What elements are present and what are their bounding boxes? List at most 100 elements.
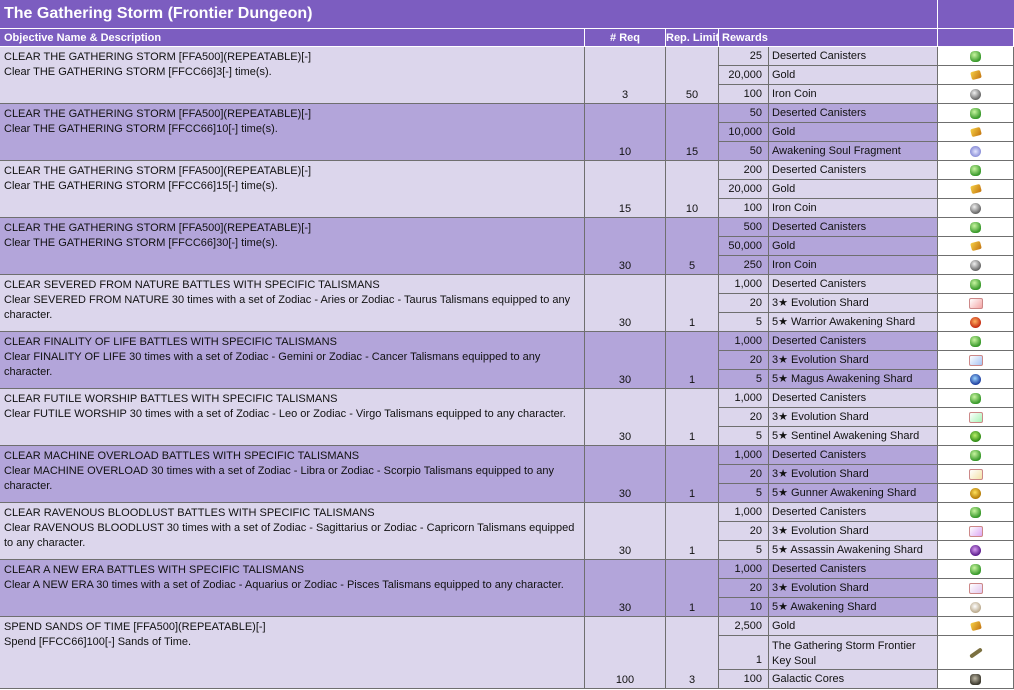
reward-qty-cell[interactable]: 1,000	[719, 560, 769, 579]
req-cell[interactable]: 30	[585, 446, 666, 503]
reward-name-cell[interactable]: 5★ Assassin Awakening Shard	[769, 541, 938, 560]
reward-qty-cell[interactable]: 1,000	[719, 389, 769, 408]
rep-limit-cell[interactable]: 1	[666, 560, 719, 617]
header-icon[interactable]	[938, 28, 1014, 46]
reward-icon-cell[interactable]	[938, 560, 1014, 579]
objective-cell[interactable]: CLEAR THE GATHERING STORM [FFA500](REPEA…	[0, 218, 585, 275]
objective-cell[interactable]: CLEAR THE GATHERING STORM [FFA500](REPEA…	[0, 104, 585, 161]
reward-qty-cell[interactable]: 20	[719, 351, 769, 370]
reward-qty-cell[interactable]: 20	[719, 522, 769, 541]
reward-qty-cell[interactable]: 5	[719, 484, 769, 503]
reward-name-cell[interactable]: 5★ Magus Awakening Shard	[769, 370, 938, 389]
reward-icon-cell[interactable]	[938, 275, 1014, 294]
reward-icon-cell[interactable]	[938, 332, 1014, 351]
header-objective[interactable]: Objective Name & Description	[0, 28, 585, 46]
reward-name-cell[interactable]: Awakening Soul Fragment	[769, 142, 938, 161]
reward-icon-cell[interactable]	[938, 617, 1014, 636]
reward-icon-cell[interactable]	[938, 636, 1014, 670]
reward-qty-cell[interactable]: 10	[719, 598, 769, 617]
reward-qty-cell[interactable]: 2,500	[719, 617, 769, 636]
rep-limit-cell[interactable]: 10	[666, 161, 719, 218]
rep-limit-cell[interactable]: 1	[666, 503, 719, 560]
reward-qty-cell[interactable]: 5	[719, 370, 769, 389]
reward-icon-cell[interactable]	[938, 541, 1014, 560]
reward-icon-cell[interactable]	[938, 142, 1014, 161]
reward-qty-cell[interactable]: 10,000	[719, 123, 769, 142]
req-cell[interactable]: 100	[585, 617, 666, 689]
objective-cell[interactable]: CLEAR A NEW ERA BATTLES WITH SPECIFIC TA…	[0, 560, 585, 617]
reward-qty-cell[interactable]: 50	[719, 142, 769, 161]
header-rep-limit[interactable]: Rep. Limit	[666, 28, 719, 46]
rep-limit-cell[interactable]: 15	[666, 104, 719, 161]
objective-cell[interactable]: CLEAR THE GATHERING STORM [FFA500](REPEA…	[0, 47, 585, 104]
req-cell[interactable]: 30	[585, 503, 666, 560]
reward-name-cell[interactable]: Gold	[769, 66, 938, 85]
header-rewards[interactable]: Rewards	[719, 28, 938, 46]
req-cell[interactable]: 30	[585, 389, 666, 446]
req-cell[interactable]: 30	[585, 560, 666, 617]
reward-qty-cell[interactable]: 100	[719, 85, 769, 104]
reward-qty-cell[interactable]: 20	[719, 579, 769, 598]
title-side-cell[interactable]	[938, 0, 1014, 28]
reward-icon-cell[interactable]	[938, 237, 1014, 256]
reward-name-cell[interactable]: Deserted Canisters	[769, 389, 938, 408]
reward-name-cell[interactable]: Iron Coin	[769, 256, 938, 275]
reward-icon-cell[interactable]	[938, 104, 1014, 123]
reward-name-cell[interactable]: Iron Coin	[769, 199, 938, 218]
reward-icon-cell[interactable]	[938, 446, 1014, 465]
reward-icon-cell[interactable]	[938, 579, 1014, 598]
reward-icon-cell[interactable]	[938, 199, 1014, 218]
reward-qty-cell[interactable]: 200	[719, 161, 769, 180]
reward-qty-cell[interactable]: 20	[719, 294, 769, 313]
reward-name-cell[interactable]: 5★ Sentinel Awakening Shard	[769, 427, 938, 446]
reward-qty-cell[interactable]: 1,000	[719, 275, 769, 294]
reward-icon-cell[interactable]	[938, 427, 1014, 446]
reward-name-cell[interactable]: 5★ Warrior Awakening Shard	[769, 313, 938, 332]
reward-qty-cell[interactable]: 50,000	[719, 237, 769, 256]
rep-limit-cell[interactable]: 3	[666, 617, 719, 689]
req-cell[interactable]: 30	[585, 332, 666, 389]
reward-name-cell[interactable]: Deserted Canisters	[769, 332, 938, 351]
reward-name-cell[interactable]: 5★ Awakening Shard	[769, 598, 938, 617]
reward-icon-cell[interactable]	[938, 503, 1014, 522]
reward-name-cell[interactable]: Deserted Canisters	[769, 104, 938, 123]
reward-qty-cell[interactable]: 500	[719, 218, 769, 237]
reward-icon-cell[interactable]	[938, 351, 1014, 370]
reward-icon-cell[interactable]	[938, 389, 1014, 408]
objective-cell[interactable]: CLEAR MACHINE OVERLOAD BATTLES WITH SPEC…	[0, 446, 585, 503]
reward-icon-cell[interactable]	[938, 370, 1014, 389]
reward-icon-cell[interactable]	[938, 161, 1014, 180]
reward-qty-cell[interactable]: 20	[719, 465, 769, 484]
rep-limit-cell[interactable]: 50	[666, 47, 719, 104]
objective-cell[interactable]: SPEND SANDS OF TIME [FFA500](REPEATABLE)…	[0, 617, 585, 689]
objective-cell[interactable]: CLEAR THE GATHERING STORM [FFA500](REPEA…	[0, 161, 585, 218]
req-cell[interactable]: 30	[585, 218, 666, 275]
objective-cell[interactable]: CLEAR SEVERED FROM NATURE BATTLES WITH S…	[0, 275, 585, 332]
reward-name-cell[interactable]: Deserted Canisters	[769, 446, 938, 465]
reward-name-cell[interactable]: Gold	[769, 180, 938, 199]
header-req[interactable]: # Req	[585, 28, 666, 46]
reward-name-cell[interactable]: 3★ Evolution Shard	[769, 522, 938, 541]
reward-name-cell[interactable]: Deserted Canisters	[769, 161, 938, 180]
reward-qty-cell[interactable]: 20,000	[719, 180, 769, 199]
rep-limit-cell[interactable]: 1	[666, 389, 719, 446]
rep-limit-cell[interactable]: 5	[666, 218, 719, 275]
reward-name-cell[interactable]: 5★ Gunner Awakening Shard	[769, 484, 938, 503]
reward-icon-cell[interactable]	[938, 256, 1014, 275]
reward-name-cell[interactable]: The Gathering Storm Frontier Key Soul	[769, 636, 938, 670]
reward-icon-cell[interactable]	[938, 85, 1014, 104]
reward-icon-cell[interactable]	[938, 484, 1014, 503]
rep-limit-cell[interactable]: 1	[666, 275, 719, 332]
reward-name-cell[interactable]: 3★ Evolution Shard	[769, 351, 938, 370]
reward-qty-cell[interactable]: 5	[719, 541, 769, 560]
objective-cell[interactable]: CLEAR RAVENOUS BLOODLUST BATTLES WITH SP…	[0, 503, 585, 560]
reward-name-cell[interactable]: 3★ Evolution Shard	[769, 294, 938, 313]
reward-name-cell[interactable]: Galactic Cores	[769, 670, 938, 689]
reward-icon-cell[interactable]	[938, 408, 1014, 427]
reward-icon-cell[interactable]	[938, 522, 1014, 541]
reward-icon-cell[interactable]	[938, 465, 1014, 484]
reward-icon-cell[interactable]	[938, 47, 1014, 66]
objective-cell[interactable]: CLEAR FUTILE WORSHIP BATTLES WITH SPECIF…	[0, 389, 585, 446]
reward-qty-cell[interactable]: 20	[719, 408, 769, 427]
reward-qty-cell[interactable]: 5	[719, 313, 769, 332]
